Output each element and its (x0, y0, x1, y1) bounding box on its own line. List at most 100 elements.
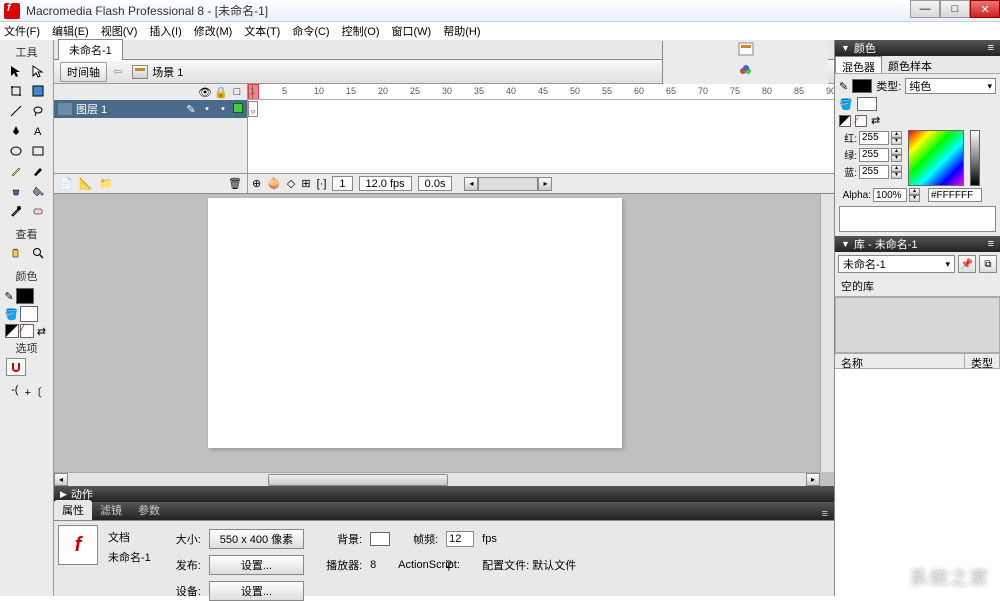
rectangle-tool-icon[interactable] (28, 142, 48, 160)
stroke-color-swatch[interactable] (852, 79, 872, 93)
fill-type-select[interactable]: 纯色 (905, 78, 996, 94)
panel-menu-icon[interactable]: ≡ (822, 508, 828, 520)
frames-area[interactable] (248, 100, 834, 118)
free-transform-tool-icon[interactable] (6, 82, 26, 100)
bw-icon[interactable] (839, 115, 851, 127)
pen-tool-icon[interactable] (6, 122, 26, 140)
menu-text[interactable]: 文本(T) (244, 23, 280, 39)
publish-settings-button[interactable]: 设置... (209, 555, 304, 575)
option-smooth-icon[interactable]: +〔 (24, 384, 41, 400)
line-tool-icon[interactable] (6, 102, 26, 120)
nocolor-icon[interactable]: ⁄ (855, 115, 867, 127)
color-panel-header[interactable]: ▼颜色 ≡ (835, 40, 1000, 56)
add-layer-icon[interactable]: 📄 (58, 176, 74, 192)
stroke-color-icon[interactable]: ✎ (839, 80, 848, 93)
library-list[interactable] (835, 369, 1000, 596)
alpha-spinner[interactable]: ▴▾ (909, 188, 920, 202)
black-white-icon[interactable] (5, 324, 19, 338)
r-input[interactable] (859, 131, 889, 145)
stage-canvas[interactable] (208, 198, 622, 448)
lasso-tool-icon[interactable] (28, 102, 48, 120)
new-library-icon[interactable]: ⧉ (979, 255, 997, 273)
tab-parameters[interactable]: 参数 (130, 500, 168, 520)
close-button[interactable]: ✕ (970, 0, 1000, 18)
lock-column-icon[interactable]: 🔒 (215, 86, 227, 99)
eyedropper-tool-icon[interactable] (6, 202, 26, 220)
timeline-toggle-button[interactable]: 时间轴 (60, 62, 107, 82)
hand-tool-icon[interactable] (6, 244, 26, 262)
b-spinner[interactable]: ▴▾ (891, 165, 902, 179)
swap-icon[interactable]: ⇄ (871, 114, 880, 127)
onion-markers-icon[interactable]: [·] (317, 178, 327, 190)
text-tool-icon[interactable]: A (28, 122, 48, 140)
add-guide-layer-icon[interactable]: 📐 (78, 176, 94, 192)
menu-help[interactable]: 帮助(H) (443, 23, 480, 39)
tab-mixer[interactable]: 混色器 (835, 56, 882, 73)
device-settings-button[interactable]: 设置... (209, 581, 304, 601)
edit-scene-icon[interactable] (738, 41, 754, 57)
paint-bucket-tool-icon[interactable] (28, 182, 48, 200)
library-col-name[interactable]: 名称 (835, 354, 965, 368)
menu-view[interactable]: 视图(V) (101, 23, 138, 39)
zoom-tool-icon[interactable] (28, 244, 48, 262)
menu-edit[interactable]: 编辑(E) (52, 23, 89, 39)
subselection-tool-icon[interactable] (28, 62, 48, 80)
keyframe-icon[interactable] (248, 101, 258, 117)
stage-scrollbar-vertical[interactable] (820, 194, 834, 472)
eye-column-icon[interactable]: 👁 (199, 86, 211, 99)
library-document-select[interactable]: 未命名-1 (838, 255, 955, 273)
minimize-button[interactable]: — (910, 0, 940, 18)
selection-tool-icon[interactable] (6, 62, 26, 80)
b-input[interactable] (859, 165, 889, 179)
library-panel-header[interactable]: ▼库 - 未命名-1 ≡ (835, 236, 1000, 252)
menu-file[interactable]: 文件(F) (4, 23, 40, 39)
stage-area[interactable]: ◂▸ (54, 194, 834, 486)
g-spinner[interactable]: ▴▾ (891, 148, 902, 162)
fill-color-icon[interactable]: 🪣 (839, 98, 853, 111)
panel-menu-icon[interactable]: ≡ (988, 238, 994, 250)
layer-outline-box[interactable] (233, 103, 243, 113)
eraser-tool-icon[interactable] (28, 202, 48, 220)
menu-modify[interactable]: 修改(M) (194, 23, 233, 39)
pencil-tool-icon[interactable] (6, 162, 26, 180)
maximize-button[interactable]: □ (940, 0, 970, 18)
alpha-input[interactable] (873, 188, 907, 202)
tab-swatches[interactable]: 颜色样本 (882, 56, 938, 73)
gradient-transform-tool-icon[interactable] (28, 82, 48, 100)
size-button[interactable]: 550 x 400 像素 (209, 529, 304, 549)
fill-swatch[interactable] (20, 306, 38, 322)
color-spectrum[interactable] (908, 130, 964, 186)
no-color-icon[interactable]: ⁄ (20, 324, 34, 338)
pin-library-icon[interactable]: 📌 (958, 255, 976, 273)
option-straighten-icon[interactable]: -( (11, 384, 18, 400)
add-folder-icon[interactable]: 📁 (98, 176, 114, 192)
onion-outline-icon[interactable]: ◇ (287, 177, 295, 190)
g-input[interactable] (859, 148, 889, 162)
snap-option-icon[interactable] (6, 358, 26, 376)
swap-colors-icon[interactable]: ⇄ (35, 324, 49, 338)
stroke-swatch[interactable] (16, 288, 34, 304)
frame-ruler[interactable]: 15101520253035404550556065707580859095 (248, 84, 834, 100)
center-frame-icon[interactable]: ⊕ (252, 177, 261, 190)
outline-column-icon[interactable]: □ (231, 86, 243, 99)
back-arrow-icon[interactable]: ⇦ (113, 65, 122, 78)
layer-visible-dot[interactable]: • (201, 103, 213, 116)
brush-tool-icon[interactable] (28, 162, 48, 180)
menu-insert[interactable]: 插入(I) (149, 23, 181, 39)
fps-input[interactable] (446, 531, 474, 547)
bg-color-swatch[interactable] (370, 532, 390, 546)
edit-symbol-icon[interactable] (738, 63, 754, 79)
fill-color-swatch[interactable] (857, 97, 877, 111)
oval-tool-icon[interactable] (6, 142, 26, 160)
library-col-type[interactable]: 类型 (965, 354, 1000, 368)
tab-properties[interactable]: 属性 (54, 500, 92, 520)
ink-bottle-tool-icon[interactable] (6, 182, 26, 200)
menu-commands[interactable]: 命令(C) (292, 23, 329, 39)
layer-lock-dot[interactable]: • (217, 103, 229, 116)
edit-multiple-icon[interactable]: ⊞ (301, 177, 310, 190)
document-tab[interactable]: 未命名-1 (58, 39, 123, 60)
layer-row[interactable]: 图层 1 ✎ • • (54, 100, 248, 118)
menu-control[interactable]: 控制(O) (342, 23, 380, 39)
r-spinner[interactable]: ▴▾ (891, 131, 902, 145)
onion-skin-icon[interactable]: 🧅 (267, 177, 281, 190)
